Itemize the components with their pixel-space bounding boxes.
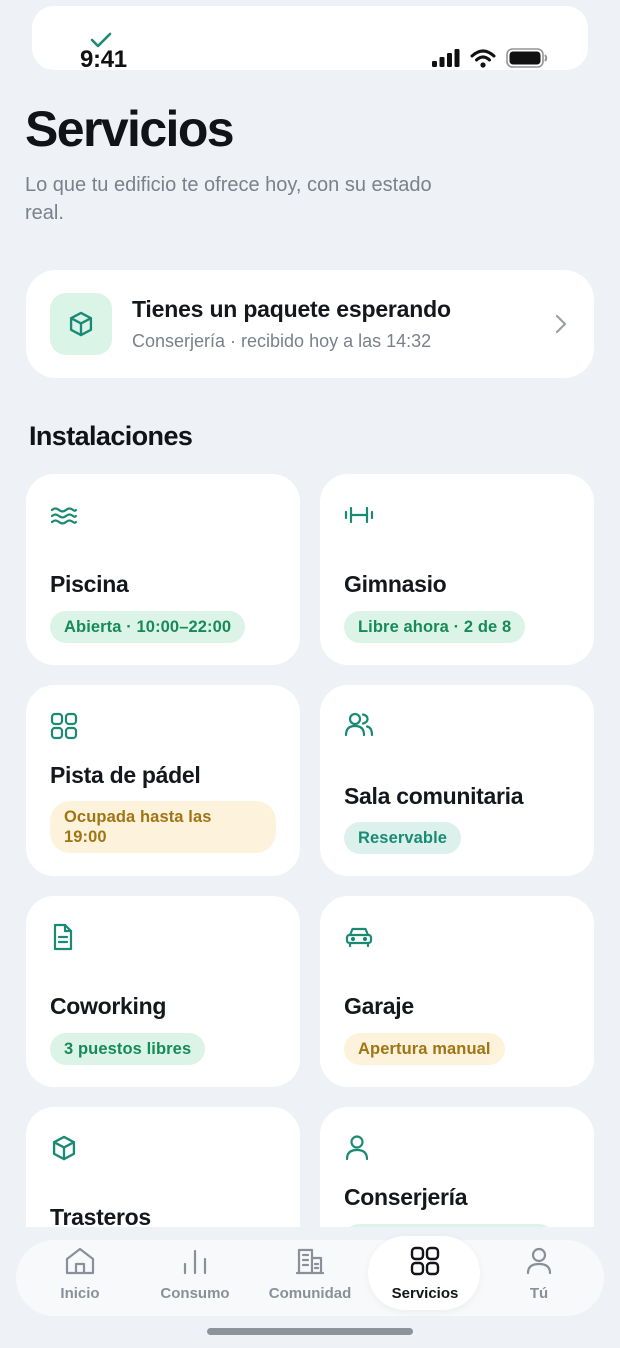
status-badge-line2: 19:00: [64, 828, 107, 846]
chevron-right-icon: [555, 314, 567, 334]
signal-icon: [432, 49, 460, 67]
section-title-instalaciones: Instalaciones: [29, 421, 193, 451]
facility-name: Pista de pádel: [50, 762, 201, 788]
package-title: Tienes un paquete esperando: [132, 296, 451, 322]
battery-icon: [506, 48, 548, 68]
bar-chart-icon: [183, 1249, 207, 1275]
page-title: Servicios: [25, 101, 235, 157]
facility-name: Gimnasio: [344, 571, 447, 597]
facility-tile-coworking[interactable]: Coworking 3 puestos libres: [26, 896, 300, 1087]
car-icon: [345, 927, 373, 948]
grid-icon: [410, 1246, 440, 1276]
building-icon: [295, 1248, 325, 1275]
status-badge: Libre ahora · 2 de 8: [344, 611, 526, 643]
facility-tile-conserjeria[interactable]: Conserjería: [320, 1107, 594, 1227]
facility-tile-garaje[interactable]: Garaje Apertura manual: [320, 896, 594, 1087]
tab-label: Inicio: [60, 1285, 100, 1302]
home-indicator: [207, 1328, 413, 1335]
status-bar: 9:41: [32, 6, 588, 73]
tab-label: Comunidad: [268, 1285, 352, 1302]
tab-inicio[interactable]: Inicio: [23, 1240, 137, 1316]
facility-tile-trasteros[interactable]: Trasteros: [26, 1107, 300, 1227]
facilities-grid: Piscina Abierta · 10:00–22:00 Gimnasio L…: [0, 470, 620, 1227]
tab-label: Servicios: [391, 1285, 459, 1302]
tab-label: Tú: [529, 1285, 549, 1302]
status-badge: [344, 1224, 554, 1227]
facility-tile-piscina[interactable]: Piscina Abierta · 10:00–22:00: [26, 474, 300, 665]
users-icon: [344, 712, 374, 737]
status-badge: Abierta · 10:00–22:00: [50, 611, 246, 643]
status-badge-line1: Ocupada hasta las: [64, 808, 212, 826]
tab-servicios[interactable]: Servicios: [368, 1236, 482, 1316]
document-icon: [53, 923, 73, 951]
user-icon: [526, 1247, 552, 1275]
package-notification-card[interactable]: Tienes un paquete esperando Conserjería …: [26, 270, 594, 378]
package-icon-box: [50, 293, 112, 355]
waves-icon: [50, 507, 78, 525]
facility-tile-gimnasio[interactable]: Gimnasio Libre ahora · 2 de 8: [320, 474, 594, 665]
status-badge: Apertura manual: [344, 1033, 505, 1065]
wifi-icon: [470, 49, 496, 68]
tab-consumo[interactable]: Consumo: [138, 1240, 252, 1316]
home-icon: [65, 1247, 95, 1275]
facility-tile-sala-comunitaria[interactable]: Sala comunitaria Reservable: [320, 685, 594, 876]
status-time: 9:41: [80, 46, 127, 73]
facility-name: Piscina: [50, 571, 129, 597]
grid-icon: [50, 712, 78, 740]
facility-name: Conserjería: [344, 1184, 468, 1210]
package-subtitle: Conserjería · recibido hoy a las 14:32: [132, 331, 432, 351]
status-badge: Reservable: [344, 822, 462, 854]
facility-tile-pista-de-padel[interactable]: Pista de pádel Ocupada hasta las 19:00: [26, 685, 300, 876]
facility-name: Garaje: [344, 993, 414, 1019]
status-badge: 3 puestos libres: [50, 1033, 206, 1065]
tab-label: Consumo: [160, 1285, 230, 1302]
facility-name: Trasteros: [50, 1204, 151, 1227]
tab-tu[interactable]: Tú: [482, 1240, 596, 1316]
status-badge: Ocupada hasta las 19:00: [50, 801, 276, 853]
dumbbell-icon: [344, 506, 374, 524]
package-icon: [69, 311, 93, 337]
box-icon: [52, 1135, 76, 1161]
person-icon: [345, 1135, 369, 1161]
facility-name: Coworking: [50, 993, 167, 1019]
page-subtitle: Lo que tu edificio te ofrece hoy, con su…: [25, 174, 432, 224]
tab-comunidad[interactable]: Comunidad: [253, 1240, 367, 1316]
status-icons: [432, 48, 548, 68]
facility-name: Sala comunitaria: [344, 783, 524, 809]
tab-bar: Inicio Consumo Comunidad Servicios Tú: [16, 1236, 604, 1316]
